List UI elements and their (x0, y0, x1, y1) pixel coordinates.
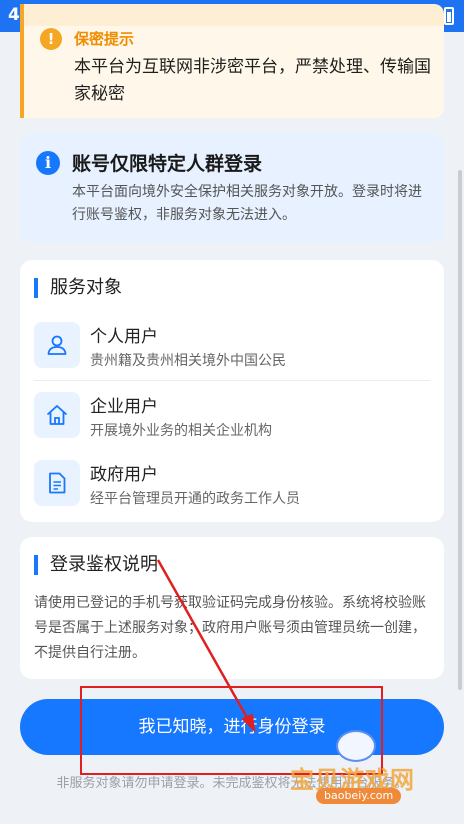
annotation-arrow (156, 559, 256, 733)
watermark-url: baobeiy.com (316, 788, 402, 804)
gamepad-mascot-icon (336, 730, 376, 762)
watermark: 宝贝游戏网 baobeiy.com (290, 730, 460, 806)
